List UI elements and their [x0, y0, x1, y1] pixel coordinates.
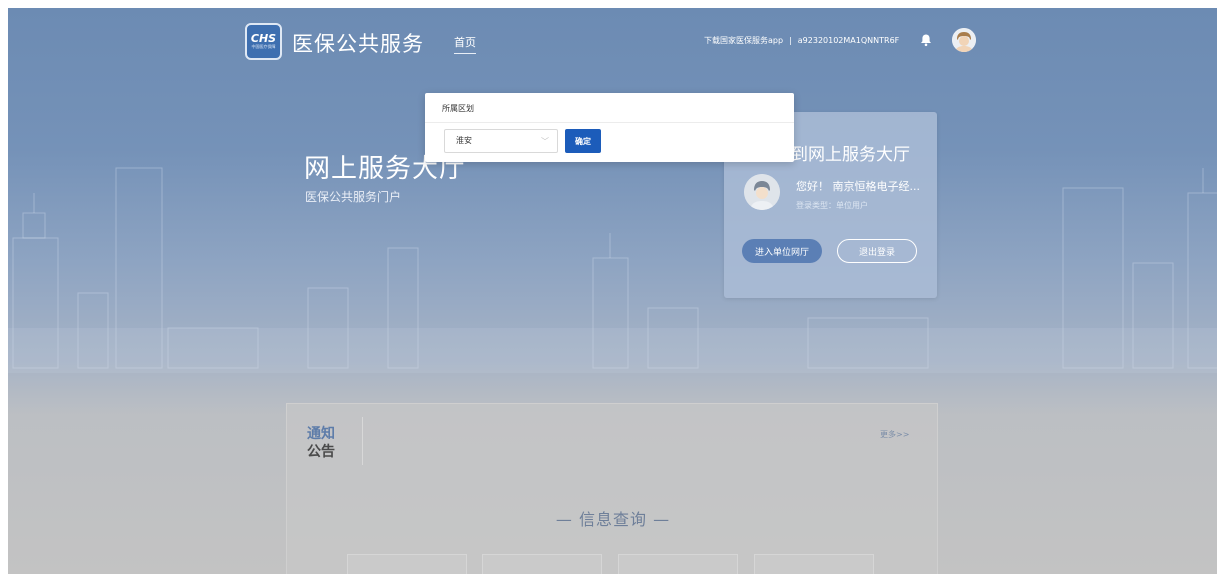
enter-unit-hall-button[interactable]: 进入单位网厅	[742, 239, 822, 263]
modal-title: 所属区划	[442, 104, 474, 113]
account-id[interactable]: a92320102MA1QNNTR6F	[798, 36, 900, 45]
chs-logo[interactable]: CHS 中国医疗保障	[245, 23, 282, 60]
user-avatar-icon[interactable]	[952, 28, 976, 52]
notice-panel: 通知 公告 更多>> — 信息查询 —	[286, 403, 938, 574]
logo-subtext: 中国医疗保障	[251, 44, 276, 49]
user-avatar-large-icon	[744, 174, 780, 210]
more-link[interactable]: 更多>>	[880, 429, 909, 440]
login-type-text: 登录类型：单位用户	[796, 201, 868, 210]
notice-tab[interactable]: 通知 公告	[287, 417, 363, 465]
city-skyline-background	[8, 167, 1217, 373]
region-select[interactable]: 淮安 ﹀	[444, 129, 558, 153]
download-app-link[interactable]: 下载国家医保服务app	[704, 35, 783, 46]
bell-icon[interactable]	[919, 33, 933, 47]
region-select-modal: 所属区划 淮安 ﹀ 确定	[425, 93, 794, 162]
greeting-text: 您好！ 南京恒格电子经...	[796, 180, 920, 193]
query-tile[interactable]	[754, 554, 874, 574]
header-separator: |	[789, 36, 792, 45]
query-tile[interactable]	[347, 554, 467, 574]
notice-tab-line1: 通知	[307, 426, 335, 442]
notice-tab-line2: 公告	[307, 444, 335, 460]
logout-button[interactable]: 退出登录	[837, 239, 917, 263]
header-user-bar: 下载国家医保服务app | a92320102MA1QNNTR6F	[704, 35, 899, 46]
confirm-button[interactable]: 确定	[565, 129, 601, 153]
site-brand: 医保公共服务	[292, 32, 424, 56]
chevron-down-icon: ﹀	[541, 137, 549, 146]
query-tile[interactable]	[482, 554, 602, 574]
nav-active-underline	[454, 53, 476, 54]
logo-text: CHS	[250, 32, 277, 45]
welcome-text: 到网上服务大厅	[791, 145, 910, 165]
info-query-heading: — 信息查询 —	[555, 510, 671, 529]
page-frame: CHS 中国医疗保障 医保公共服务 首页 下载国家医保服务app | a9232…	[8, 8, 1217, 574]
hero-subtitle: 医保公共服务门户	[305, 190, 402, 204]
query-tile[interactable]	[618, 554, 738, 574]
region-select-value: 淮安	[456, 136, 472, 145]
nav-home-link[interactable]: 首页	[454, 34, 476, 50]
modal-divider	[425, 122, 794, 123]
